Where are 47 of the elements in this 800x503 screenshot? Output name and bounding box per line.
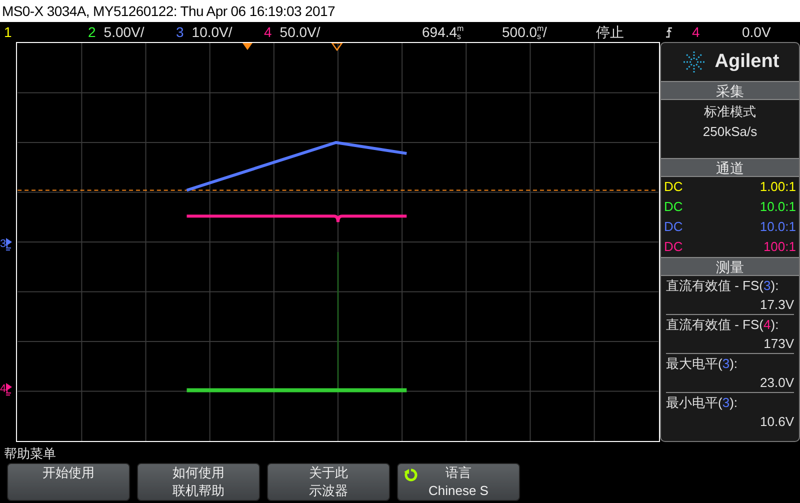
softkey-button[interactable]: 关于此 示波器 <box>267 463 390 501</box>
measurement-label: 最小电平(3): <box>666 394 739 412</box>
measurement-label: 最大电平(3): <box>666 355 739 373</box>
channel-number: 3 <box>176 22 184 42</box>
channel-number: 4 <box>264 22 272 42</box>
channel-scale: 50.0V/ <box>280 22 320 42</box>
channel-scale: 10.0V/ <box>192 22 232 42</box>
probe-ratio: 100:1 <box>763 238 796 256</box>
channel-coupling: DC <box>664 178 683 196</box>
measurement-value: 10.6V <box>759 413 794 431</box>
measurement-value: 173V <box>762 335 794 353</box>
channel-number: 1 <box>4 22 12 42</box>
acquisition-info: 标准模式 <box>703 103 757 121</box>
ground-marker-icon <box>6 236 14 252</box>
window-title: MS0-X 3034A, MY51260122: Thu Apr 06 16:19:03 2017 <box>0 0 800 22</box>
spark-logo-icon <box>680 49 707 75</box>
trigger-level: 0.0V <box>742 22 771 42</box>
rotate-icon <box>403 468 419 482</box>
time-reference-icon <box>330 43 344 52</box>
trigger-source: 4 <box>692 22 700 42</box>
softkey-button[interactable]: 开始使用 <box>7 463 130 501</box>
measurement-value: 17.3V <box>759 296 794 314</box>
acquisition-info: 250kSa/s <box>702 123 758 141</box>
trigger-position-icon <box>242 43 252 50</box>
channel-number: 2 <box>88 22 96 42</box>
channel-coupling: DC <box>664 218 683 236</box>
probe-ratio: 10.0:1 <box>760 218 796 236</box>
brand-name: Agilent <box>714 50 780 74</box>
ground-marker-label: 4 <box>0 383 6 395</box>
trigger-edge-icon <box>665 27 673 38</box>
probe-ratio: 1.00:1 <box>760 178 796 196</box>
menu-title: 帮助菜单 <box>3 445 57 463</box>
softkey-button[interactable]: 如何使用 联机帮助 <box>137 463 260 501</box>
channel-scale: 5.00V/ <box>104 22 144 42</box>
section-header: 测量 <box>661 257 799 276</box>
softkey-button[interactable]: 语言 Chinese S <box>397 463 520 501</box>
channel-coupling: DC <box>664 198 683 216</box>
ground-marker-icon <box>6 381 14 397</box>
channel-coupling: DC <box>664 238 683 256</box>
run-state: 停止 <box>596 22 624 42</box>
measurement-value: 23.0V <box>759 374 794 392</box>
section-header: 通道 <box>661 158 799 177</box>
measurement-label: 直流有效值 - FS(4): <box>666 316 780 334</box>
ground-marker-label: 3 <box>0 238 6 250</box>
section-header: 采集 <box>661 81 799 100</box>
probe-ratio: 10.0:1 <box>760 198 796 216</box>
measurement-label: 直流有效值 - FS(3): <box>666 277 780 295</box>
